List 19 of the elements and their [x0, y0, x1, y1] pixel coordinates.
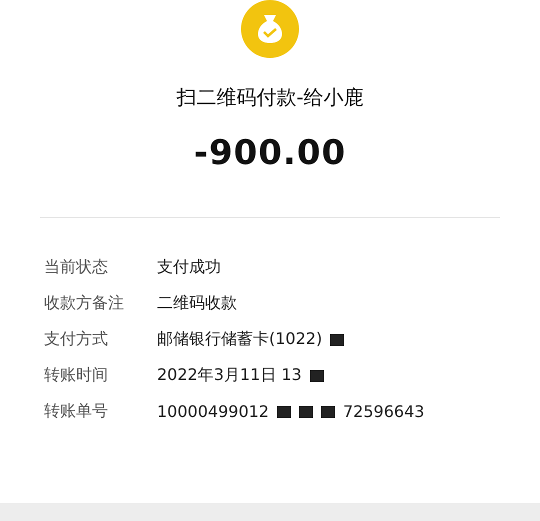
- field-value: 2022年3月11日 13: [157, 365, 302, 386]
- redaction-mark: [310, 370, 324, 382]
- payment-title: 扫二维码付款-给小鹿: [176, 84, 364, 111]
- field-value: 支付成功: [157, 257, 221, 278]
- field-label: 当前状态: [44, 257, 109, 278]
- field-value: 二维码收款: [157, 293, 237, 314]
- amount: -900.00: [194, 133, 346, 173]
- field-value: 邮储银行储蓄卡(1022): [157, 329, 322, 350]
- field-label: 转账时间: [44, 365, 109, 386]
- redaction-mark: [320, 406, 335, 418]
- redaction-mark: [330, 334, 344, 346]
- field-label: 转账单号: [44, 401, 109, 422]
- field-label: 收款方备注: [44, 293, 125, 314]
- redaction-mark: [276, 406, 291, 418]
- field-value: 72596643: [342, 402, 424, 421]
- field-value: 10000499012: [157, 402, 269, 421]
- money-bag-icon: [241, 0, 299, 58]
- field-label: 支付方式: [44, 329, 109, 350]
- redaction-mark: [298, 406, 313, 418]
